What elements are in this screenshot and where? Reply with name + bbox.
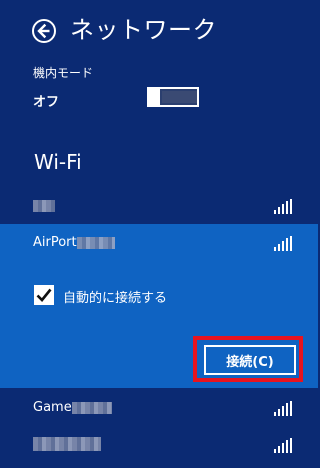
checkmark-icon: [36, 288, 52, 302]
wifi-signal-icon: [274, 236, 293, 251]
page-title: ネットワーク: [70, 16, 217, 44]
network-name: [33, 436, 101, 454]
network-name: [33, 198, 55, 216]
wifi-heading: Wi-Fi: [34, 150, 82, 174]
toggle-track: [162, 91, 197, 103]
network-item[interactable]: [0, 188, 318, 226]
network-item[interactable]: [0, 428, 318, 466]
back-arrow-icon: [37, 23, 50, 39]
network-pane: ネットワーク 機内モード オフ Wi-Fi AirPort 自動的に接続する 接…: [0, 0, 318, 468]
back-button[interactable]: [32, 19, 56, 43]
network-name: Game: [33, 400, 112, 418]
redacted-name: [33, 436, 101, 451]
wifi-signal-icon: [274, 401, 293, 416]
airplane-mode-toggle[interactable]: [147, 87, 199, 107]
network-item[interactable]: Game: [0, 390, 318, 428]
selected-network-panel[interactable]: AirPort 自動的に接続する 接続(C): [0, 224, 318, 388]
airplane-mode-state: オフ: [33, 95, 60, 110]
network-name: AirPort: [33, 235, 115, 253]
redacted-name: [71, 401, 112, 414]
airplane-mode-label: 機内モード: [33, 66, 94, 80]
toggle-thumb[interactable]: [147, 87, 160, 107]
auto-connect-label[interactable]: 自動的に接続する: [63, 287, 167, 306]
connect-button[interactable]: 接続(C): [204, 345, 296, 375]
redacted-name: [76, 236, 115, 249]
wifi-signal-icon: [274, 438, 293, 453]
redacted-name: [33, 199, 55, 212]
auto-connect-checkbox[interactable]: [34, 285, 54, 305]
wifi-signal-icon: [274, 199, 293, 214]
